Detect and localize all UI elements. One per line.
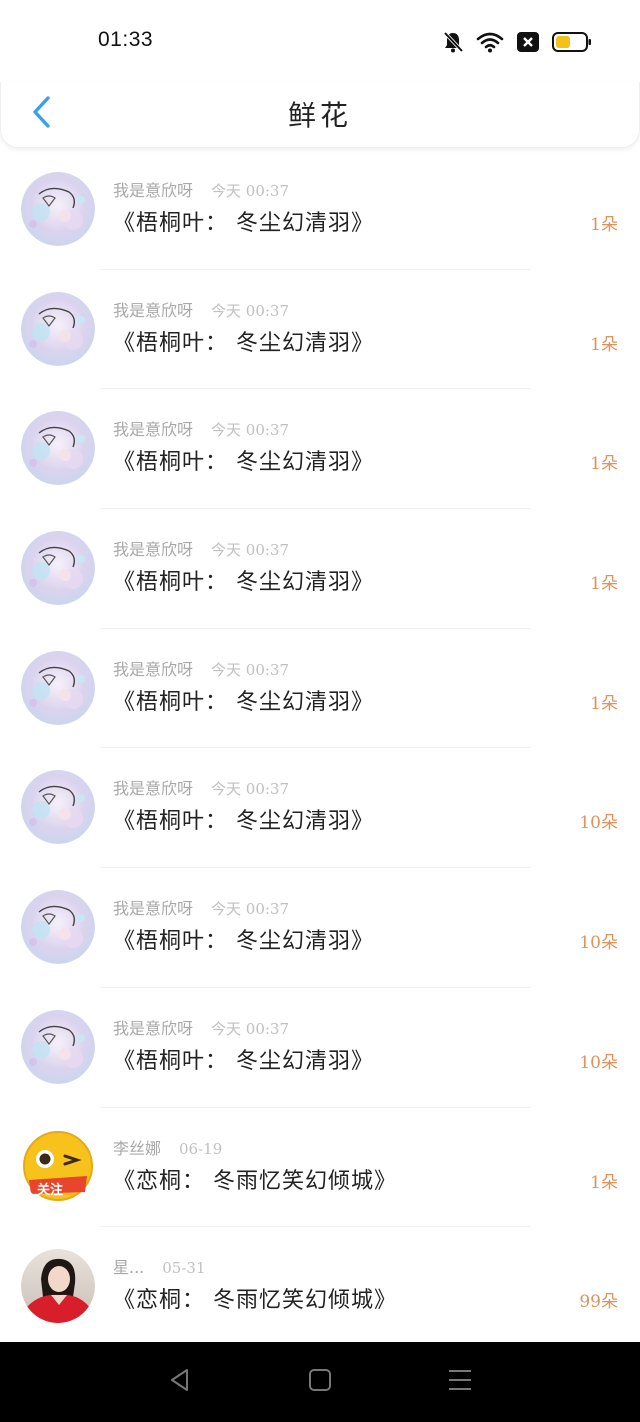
avatar-badge-text: 关注 [37,1182,64,1198]
list-item[interactable]: 我是意欣呀 今天 00:37 《梧桐叶： 冬尘幻清羽》 1朵 [0,509,640,629]
record-meta: 我是意欣呀 今天 00:37 [113,775,289,799]
anime-girl-avatar[interactable] [21,411,95,486]
user-name[interactable]: 我是意欣呀 [113,1019,193,1038]
list-item[interactable]: 我是意欣呀 今天 00:37 《梧桐叶： 冬尘幻清羽》 1朵 [0,629,640,749]
book-title[interactable]: 《恋桐： 冬雨忆笑幻倾城》 [113,1282,397,1314]
record-meta: 我是意欣呀 今天 00:37 [113,536,289,560]
flower-count: 1朵 [590,574,618,595]
menu-lines-icon [447,1367,473,1397]
user-name[interactable]: 我是意欣呀 [113,181,193,200]
book-title[interactable]: 《梧桐叶： 冬尘幻清羽》 [113,1043,374,1075]
record-time: 06-19 [179,1139,223,1158]
portrait-avatar[interactable] [21,1249,95,1324]
user-name[interactable]: 我是意欣呀 [113,301,193,320]
book-title[interactable]: 《梧桐叶： 冬尘幻清羽》 [113,923,374,955]
record-meta: 我是意欣呀 今天 00:37 [113,656,289,680]
record-meta: 我是意欣呀 今天 00:37 [113,177,289,201]
status-icons [442,28,592,56]
user-name[interactable]: 我是意欣呀 [113,779,193,798]
record-meta: 我是意欣呀 今天 00:37 [113,1015,289,1039]
anime-girl-avatar[interactable] [21,531,95,606]
list-item[interactable]: 我是意欣呀 今天 00:37 《梧桐叶： 冬尘幻清羽》 1朵 [0,150,640,270]
flower-count: 1朵 [590,1172,618,1193]
list-item[interactable]: 我是意欣呀 今天 00:37 《梧桐叶： 冬尘幻清羽》 10朵 [0,748,640,868]
book-title[interactable]: 《梧桐叶： 冬尘幻清羽》 [113,444,374,476]
flower-count: 10朵 [579,933,618,954]
book-title[interactable]: 《梧桐叶： 冬尘幻清羽》 [113,684,374,716]
record-time: 今天 00:37 [211,541,290,560]
anime-girl-avatar[interactable] [21,770,95,845]
anime-girl-avatar[interactable] [21,650,95,725]
record-time: 今天 00:37 [211,900,290,919]
flower-count: 10朵 [579,1052,618,1073]
system-nav-bar [0,1342,640,1422]
nav-menu-button[interactable] [430,1352,490,1412]
record-time: 今天 00:37 [211,780,290,799]
list-item[interactable]: 我是意欣呀 今天 00:37 《梧桐叶： 冬尘幻清羽》 10朵 [0,988,640,1108]
book-title[interactable]: 《梧桐叶： 冬尘幻清羽》 [113,803,374,835]
triangle-back-icon [167,1367,193,1397]
flower-count: 1朵 [590,215,618,235]
record-meta: 我是意欣呀 今天 00:37 [113,895,289,919]
record-time: 今天 00:37 [211,421,290,440]
anime-girl-avatar[interactable] [21,172,95,246]
user-name[interactable]: 星... [113,1258,144,1277]
book-title[interactable]: 《梧桐叶： 冬尘幻清羽》 [113,564,374,596]
flower-count: 10朵 [579,813,618,834]
flower-count: 1朵 [590,693,618,714]
nav-home-button[interactable] [290,1352,350,1412]
flower-count: 99朵 [579,1292,618,1313]
mute-bell-icon [442,30,464,54]
record-meta: 我是意欣呀 今天 00:37 [113,416,289,440]
record-meta: 星... 05-31 [113,1254,206,1278]
square-home-icon [307,1367,333,1397]
flower-count: 1朵 [590,454,618,475]
flower-record-list: 我是意欣呀 今天 00:37 《梧桐叶： 冬尘幻清羽》 1朵 我是意欣呀 今天 00… [0,150,640,1347]
record-time: 05-31 [162,1259,206,1278]
record-meta: 我是意欣呀 今天 00:37 [113,297,289,321]
flower-count: 1朵 [590,334,618,355]
status-time: 01:33 [98,28,154,51]
status-bar: 01:33 [0,0,640,82]
battery-icon [552,31,592,53]
user-name[interactable]: 我是意欣呀 [113,540,193,559]
book-title[interactable]: 《梧桐叶： 冬尘幻清羽》 [113,325,374,357]
record-time: 今天 00:37 [211,660,290,679]
user-name[interactable]: 我是意欣呀 [113,660,193,679]
record-time: 今天 00:37 [211,1019,290,1038]
nav-back-button[interactable] [150,1352,210,1412]
record-time: 今天 00:37 [211,301,290,320]
list-item[interactable]: 我是意欣呀 今天 00:37 《梧桐叶： 冬尘幻清羽》 1朵 [0,389,640,509]
wifi-icon [476,31,504,53]
list-item[interactable]: 我是意欣呀 今天 00:37 《梧桐叶： 冬尘幻清羽》 10朵 [0,868,640,988]
record-meta: 李丝娜 06-19 [113,1135,222,1159]
anime-girl-avatar[interactable] [21,1009,95,1084]
user-name[interactable]: 李丝娜 [113,1139,161,1158]
sim-blocked-icon [516,31,540,53]
list-item[interactable]: 关注 李丝娜 06-19 《恋桐： 冬雨忆笑幻倾城》 1朵 [0,1108,640,1228]
emoji-follow-avatar[interactable]: 关注 [21,1129,95,1204]
list-item[interactable]: 我是意欣呀 今天 00:37 《梧桐叶： 冬尘幻清羽》 1朵 [0,270,640,390]
user-name[interactable]: 我是意欣呀 [113,899,193,918]
anime-girl-avatar[interactable] [21,291,95,366]
page-title: 鲜花 [287,99,352,132]
list-item[interactable]: 星... 05-31 《恋桐： 冬雨忆笑幻倾城》 99朵 [0,1227,640,1347]
anime-girl-avatar[interactable] [21,890,95,965]
book-title[interactable]: 《梧桐叶： 冬尘幻清羽》 [113,205,374,237]
user-name[interactable]: 我是意欣呀 [113,420,193,439]
header-bar: 鲜花 [0,82,640,148]
book-title[interactable]: 《恋桐： 冬雨忆笑幻倾城》 [113,1163,397,1195]
record-time: 今天 00:37 [211,182,290,200]
